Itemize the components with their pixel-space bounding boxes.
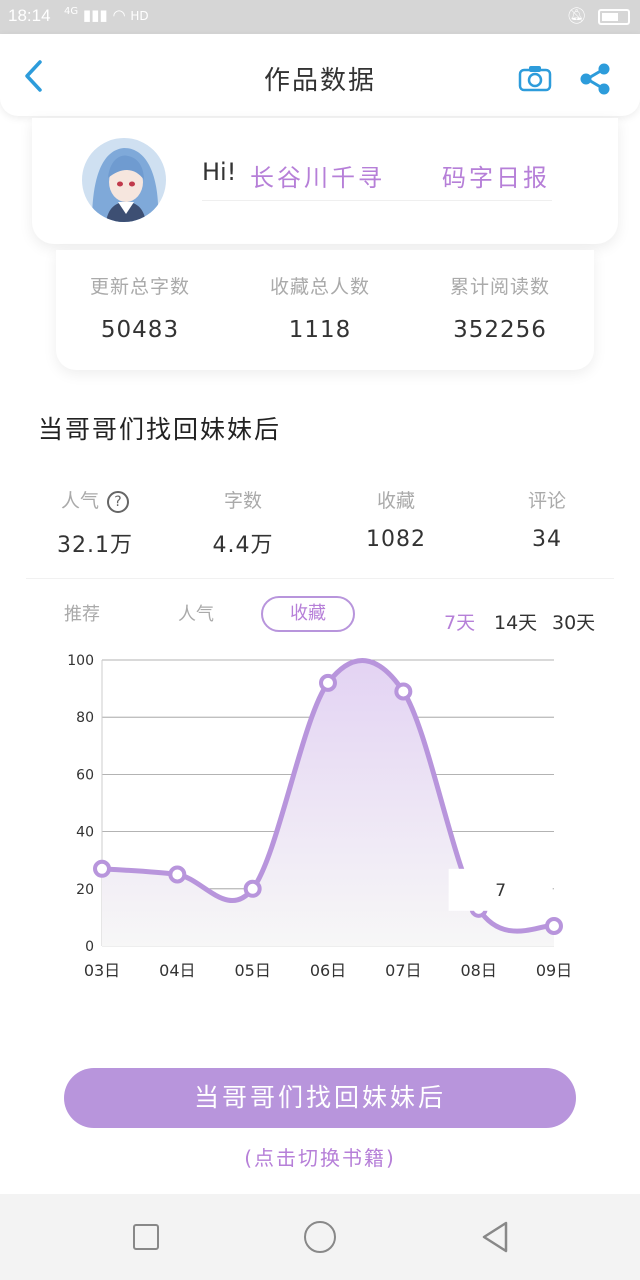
share-icon — [580, 63, 610, 95]
signal-icon: ▮▮▮ — [82, 6, 108, 24]
data-point — [93, 859, 111, 878]
metric-label: 人气 — [60, 490, 99, 512]
stat-total-favorites: 收藏总人数 1118 — [240, 272, 400, 343]
y-tick-label: 20 — [76, 882, 94, 898]
greeting-text: Hi! — [202, 158, 237, 186]
camera-icon — [518, 66, 552, 92]
wifi-icon: ◠ — [112, 6, 126, 24]
share-button[interactable] — [578, 62, 612, 96]
metric-value: 4.4万 — [212, 533, 274, 558]
switch-book-button[interactable]: 当哥哥们找回妹妹后 — [64, 1068, 576, 1128]
y-tick-label: 60 — [76, 767, 94, 783]
profile-card: Hi! 长谷川千寻 码字日报 — [32, 118, 618, 244]
switch-book-hint[interactable]: (点击切换书籍) — [0, 1142, 640, 1171]
status-right: 🔕︎ — [567, 6, 630, 25]
app-header: 作品数据 — [0, 34, 640, 116]
help-icon[interactable]: ? — [107, 490, 129, 513]
metric-label: 评论 — [527, 490, 566, 512]
stat-value: 1118 — [288, 317, 352, 343]
tooltip-value: 7 — [495, 881, 506, 901]
metric-value: 1082 — [366, 527, 426, 552]
stat-value: 50483 — [100, 317, 180, 343]
y-tick-label: 0 — [85, 939, 94, 955]
mute-icon: 🔕︎ — [566, 6, 587, 25]
tab-recommend[interactable]: 推荐 — [64, 600, 100, 626]
network-label: 4G — [64, 6, 79, 17]
metric-favorites: 收藏 1082 — [331, 486, 461, 552]
system-nav-bar — [0, 1194, 640, 1280]
data-point — [545, 916, 563, 935]
metric-value: 32.1万 — [57, 533, 133, 558]
x-tick-label: 07日 — [385, 961, 421, 980]
signal-icons: 4G ▮▮▮ ◠ HD — [64, 6, 149, 24]
data-point — [243, 879, 262, 898]
metric-popularity: 人气? 32.1万 — [30, 486, 160, 559]
tab-favorites[interactable]: 收藏 — [261, 596, 355, 632]
data-point — [319, 673, 337, 692]
daily-report-link[interactable]: 码字日报 — [442, 158, 550, 193]
battery-icon — [598, 8, 630, 25]
favorites-chart: 0 20 40 60 80 100 03日 04日 05日 06日 07日 08日 09日 7 — [67, 653, 572, 980]
recent-apps-icon[interactable] — [133, 1224, 159, 1250]
range-14-days[interactable]: 14天 — [494, 608, 537, 635]
metric-comments: 评论 34 — [482, 486, 612, 552]
stat-total-words: 更新总字数 50483 — [60, 272, 220, 343]
totals-card: 更新总字数 50483 收藏总人数 1118 累计阅读数 352256 — [56, 250, 594, 370]
x-tick-label: 03日 — [84, 961, 120, 980]
tab-popularity[interactable]: 人气 — [178, 600, 214, 626]
hd-label: HD — [130, 9, 149, 23]
range-30-days[interactable]: 30天 — [552, 608, 595, 635]
section-divider — [26, 578, 614, 579]
metric-label: 收藏 — [376, 490, 415, 512]
y-tick-label: 40 — [76, 825, 94, 841]
range-7-days[interactable]: 7天 — [444, 608, 475, 635]
camera-button[interactable] — [518, 64, 552, 92]
back-triangle-icon[interactable] — [480, 1220, 510, 1254]
y-tick-label: 80 — [76, 710, 94, 726]
status-time: 18:14 — [8, 6, 51, 25]
metric-label: 字数 — [223, 490, 262, 512]
status-bar: 18:14 4G ▮▮▮ ◠ HD 🔕︎ — [0, 0, 640, 34]
stat-label: 累计阅读数 — [449, 276, 550, 298]
stat-total-reads: 累计阅读数 352256 — [420, 272, 580, 343]
metric-word-count: 字数 4.4万 — [178, 486, 308, 559]
x-tick-label: 08日 — [460, 961, 496, 980]
book-title: 当哥哥们找回妹妹后 — [38, 415, 282, 444]
stat-label: 更新总字数 — [89, 276, 190, 298]
data-point — [168, 865, 187, 884]
author-name: 长谷川千寻 — [250, 164, 385, 192]
y-tick-label: 100 — [67, 653, 94, 669]
x-tick-label: 04日 — [159, 961, 195, 980]
data-point — [394, 682, 413, 701]
stat-value: 352256 — [453, 317, 547, 343]
profile-divider — [202, 200, 552, 201]
x-tick-label: 05日 — [234, 961, 270, 980]
stat-label: 收藏总人数 — [269, 276, 370, 298]
metric-value: 34 — [532, 527, 562, 552]
x-tick-label: 09日 — [536, 961, 572, 980]
home-icon[interactable] — [304, 1221, 336, 1253]
avatar[interactable] — [82, 138, 166, 222]
x-tick-label: 06日 — [310, 961, 346, 980]
